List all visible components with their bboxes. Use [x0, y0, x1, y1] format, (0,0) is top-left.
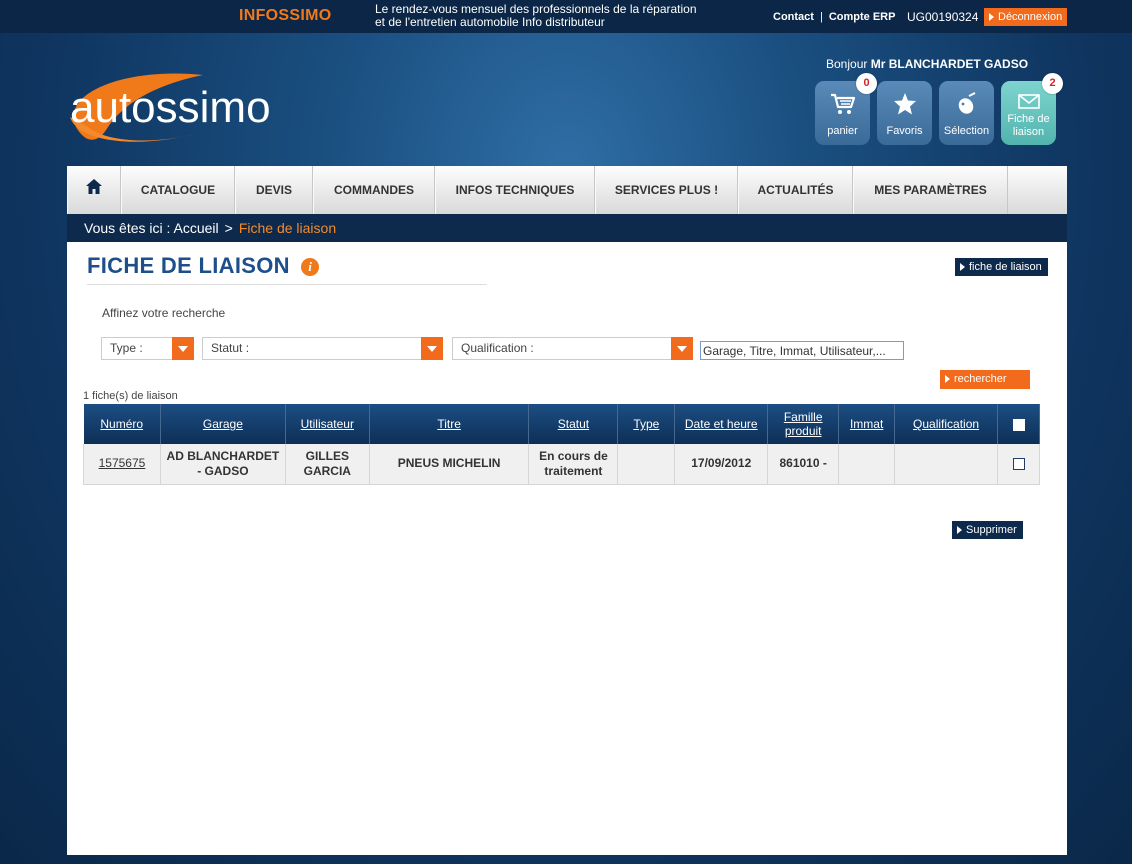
col-qualification[interactable]: Qualification [894, 404, 998, 444]
statut-select-label: Statut : [211, 341, 250, 355]
nav-catalogue[interactable]: CATALOGUE [121, 166, 235, 214]
type-select[interactable]: Type : [101, 337, 194, 360]
selection-icon [939, 92, 994, 116]
col-garage[interactable]: Garage [160, 404, 286, 444]
home-icon [86, 166, 102, 214]
title-divider [87, 284, 487, 285]
star-icon [877, 92, 932, 116]
cell-utilisateur: GILLES GARCIA [285, 444, 370, 485]
cart-count-badge: 0 [856, 73, 877, 94]
cell-statut: En cours de traitement [528, 444, 619, 485]
fiche-table: Numéro Garage Utilisateur Titre Statut T… [83, 404, 1040, 485]
nav-devis[interactable]: DEVIS [235, 166, 313, 214]
tagline: Le rendez-vous mensuel des professionnel… [375, 3, 725, 29]
chevron-down-icon [421, 337, 443, 360]
favorites-label: Favoris [886, 125, 923, 137]
envelope-icon [1001, 94, 1056, 110]
cell-type [617, 444, 676, 485]
nav-home[interactable] [67, 166, 121, 214]
info-icon[interactable]: i [301, 258, 319, 276]
chevron-down-icon [172, 337, 194, 360]
fiche-liaison-count-badge: 2 [1042, 73, 1063, 94]
cart-label: panier [827, 125, 858, 137]
nav-commandes[interactable]: COMMANDES [313, 166, 435, 214]
breadcrumb-arrow: > [224, 220, 233, 236]
cell-immat [838, 444, 896, 485]
search-button[interactable]: rechercher [940, 370, 1030, 389]
link-separator: | [819, 11, 823, 23]
breadcrumb: Vous êtes ici : Accueil > Fiche de liaison [67, 214, 1067, 242]
col-numero[interactable]: Numéro [83, 404, 161, 444]
nav-mes-parametres[interactable]: MES PARAMÈTRES [853, 166, 1008, 214]
favorites-button[interactable]: Favoris [877, 81, 932, 145]
greeting: Bonjour Mr BLANCHARDET GADSO [826, 57, 1028, 71]
cart-button[interactable]: panier 0 [815, 73, 877, 145]
cell-numero[interactable]: 1575675 [83, 444, 161, 485]
cell-famille: 861010 - [767, 444, 840, 485]
qualification-select-label: Qualification : [461, 341, 534, 355]
cell-date: 17/09/2012 [674, 444, 769, 485]
table-row[interactable]: 1575675 AD BLANCHARDET - GADSO GILLES GA… [83, 444, 1040, 485]
user-name: Mr BLANCHARDET GADSO [870, 57, 1029, 71]
cell-select [997, 444, 1040, 485]
search-input[interactable] [700, 341, 904, 360]
selection-label: Sélection [943, 125, 990, 137]
type-select-label: Type : [110, 341, 143, 355]
cell-garage: AD BLANCHARDET - GADSO [160, 444, 286, 485]
page-title: FICHE DE LIAISON [87, 253, 290, 278]
account-erp-link[interactable]: Compte ERP [829, 11, 896, 23]
logo-text: autossimo [70, 83, 271, 132]
page-container: CATALOGUE DEVIS COMMANDES INFOS TECHNIQU… [67, 166, 1067, 855]
statut-select[interactable]: Statut : [202, 337, 443, 360]
table-header-row: Numéro Garage Utilisateur Titre Statut T… [83, 404, 1040, 444]
logout-button[interactable]: Déconnexion [984, 8, 1067, 26]
cell-titre: PNEUS MICHELIN [369, 444, 530, 485]
select-all-checkbox[interactable] [1012, 418, 1025, 431]
col-utilisateur[interactable]: Utilisateur [285, 404, 370, 444]
result-count: 1 fiche(s) de liaison [83, 390, 178, 402]
cart-icon [815, 92, 870, 116]
col-select-all [997, 404, 1040, 444]
logo-graphic: autossimo [70, 73, 271, 142]
breadcrumb-home[interactable]: Vous êtes ici : Accueil [84, 220, 219, 236]
top-bar: INFOSSIMO Le rendez-vous mensuel des pro… [0, 0, 1132, 33]
tagline-line-2: et de l'entretien automobile Info distri… [375, 15, 605, 29]
nav-services-plus[interactable]: SERVICES PLUS ! [595, 166, 738, 214]
top-links: Contact | Compte ERP [773, 11, 895, 23]
col-date[interactable]: Date et heure [674, 404, 769, 444]
chevron-down-icon [671, 337, 693, 360]
col-immat[interactable]: Immat [838, 404, 896, 444]
fiche-liaison-button[interactable]: Fiche de liaison 2 [1001, 73, 1063, 145]
contact-link[interactable]: Contact [773, 11, 814, 23]
row-checkbox[interactable] [1012, 458, 1025, 471]
selection-button[interactable]: Sélection [939, 81, 994, 145]
nav-infos-techniques[interactable]: INFOS TECHNIQUES [435, 166, 595, 214]
col-type[interactable]: Type [617, 404, 676, 444]
cell-qualification [894, 444, 998, 485]
breadcrumb-current: Fiche de liaison [238, 220, 337, 236]
col-statut[interactable]: Statut [528, 404, 619, 444]
account-code: UG00190324 [907, 10, 979, 24]
infossimo-brand[interactable]: INFOSSIMO [239, 7, 331, 25]
col-titre[interactable]: Titre [369, 404, 530, 444]
fiche-liaison-new-button[interactable]: fiche de liaison [955, 258, 1048, 276]
autossimo-logo[interactable]: autossimo [68, 72, 292, 147]
delete-button[interactable]: Supprimer [952, 521, 1023, 539]
nav-actualites[interactable]: ACTUALITÉS [738, 166, 853, 214]
fiche-liaison-label: Fiche de liaison [1007, 113, 1050, 138]
main-nav: CATALOGUE DEVIS COMMANDES INFOS TECHNIQU… [67, 166, 1067, 214]
numero-link[interactable]: 1575675 [99, 456, 146, 470]
refine-label: Affinez votre recherche [102, 306, 226, 320]
greeting-prefix: Bonjour [826, 57, 868, 71]
qualification-select[interactable]: Qualification : [452, 337, 693, 360]
col-famille-produit[interactable]: Famille produit [767, 404, 840, 444]
